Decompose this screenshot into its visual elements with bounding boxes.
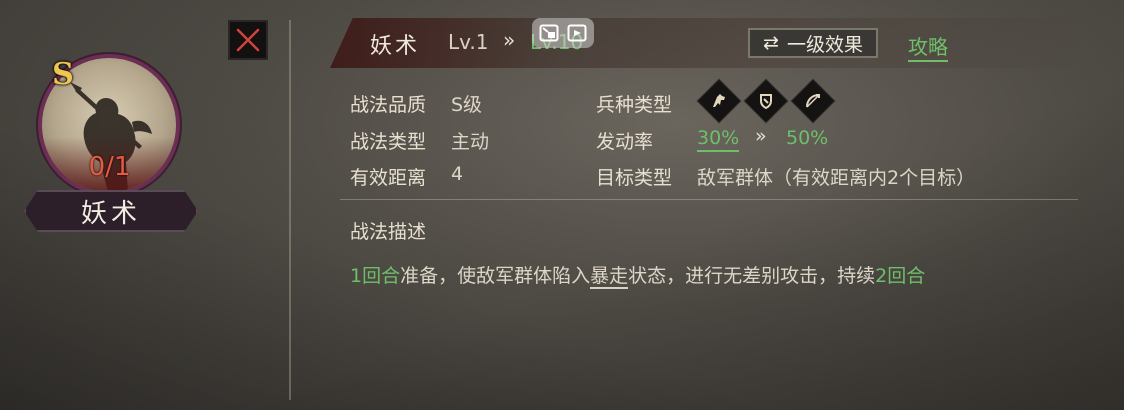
activation-rate-max: 50% xyxy=(786,127,829,149)
level-effect-button[interactable]: ⇄ 一级效果 xyxy=(748,28,878,58)
media-controls xyxy=(532,18,594,48)
uses-counter: 0/1 xyxy=(88,152,131,182)
target-type-value: 敌军群体（有效距离内2个目标） xyxy=(697,167,976,189)
cavalry-icon xyxy=(697,79,741,123)
activation-rate-label: 发动率 xyxy=(596,131,654,153)
grade-badge: S xyxy=(52,57,74,92)
header-bar xyxy=(330,18,1090,68)
target-type-label: 目标类型 xyxy=(596,167,673,189)
troop-type-label: 兵种类型 xyxy=(596,94,673,116)
pip-exit-icon[interactable] xyxy=(539,24,559,42)
activation-rate-current: 30% xyxy=(697,127,740,152)
panel-divider xyxy=(289,20,291,400)
level-effect-label: 一级效果 xyxy=(786,33,863,56)
range-label: 有效距离 xyxy=(350,167,427,189)
current-level: Lv.1 xyxy=(448,30,489,54)
type-value: 主动 xyxy=(451,131,490,153)
description-duration-prep: 1回合 xyxy=(350,265,401,287)
skill-name-plate: 妖术 xyxy=(24,190,198,232)
close-button[interactable] xyxy=(228,20,268,60)
range-value: 4 xyxy=(451,163,464,185)
double-chevron-icon: » xyxy=(755,125,767,147)
skill-description: 1回合准备，使敌军群体陷入暴走状态，进行无差别攻击，持续2回合 xyxy=(350,261,926,289)
quality-value: S级 xyxy=(451,94,483,116)
skill-card[interactable]: S 0/1 妖术 xyxy=(22,48,198,233)
guide-link[interactable]: 攻略 xyxy=(908,31,948,62)
double-chevron-icon: » xyxy=(503,28,516,52)
skill-title: 妖术 xyxy=(370,34,421,59)
description-text: 状态，进行无差别攻击，持续 xyxy=(628,265,876,287)
quality-label: 战法品质 xyxy=(350,94,427,116)
section-divider xyxy=(340,199,1078,200)
type-label: 战法类型 xyxy=(350,131,427,153)
bow-icon xyxy=(791,79,835,123)
description-title: 战法描述 xyxy=(350,221,427,243)
close-icon xyxy=(236,28,260,52)
shield-icon xyxy=(744,79,788,123)
description-duration: 2回合 xyxy=(875,265,926,287)
swap-icon: ⇄ xyxy=(763,32,779,54)
skill-name: 妖术 xyxy=(80,198,141,229)
status-keyword: 暴走 xyxy=(590,265,629,289)
screenshot-icon[interactable] xyxy=(567,24,587,42)
description-text: 准备，使敌军群体陷入 xyxy=(400,265,591,287)
